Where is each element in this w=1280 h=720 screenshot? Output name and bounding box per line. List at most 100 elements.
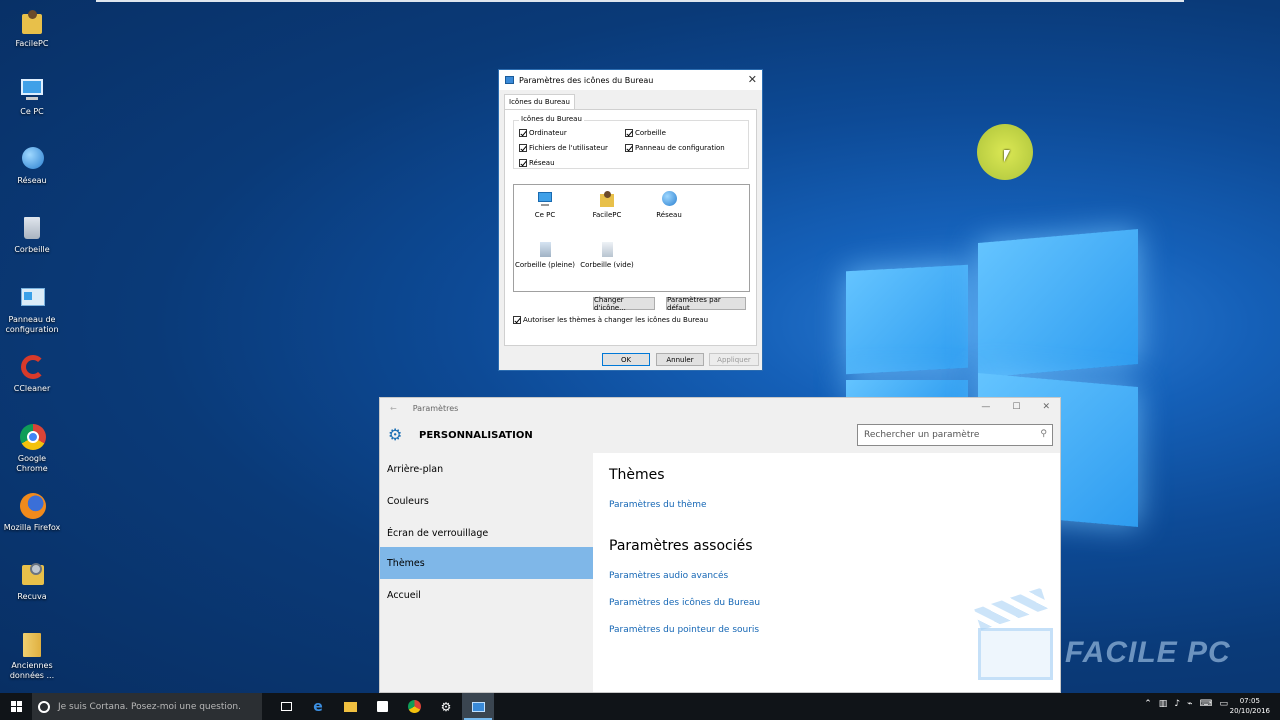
section-title-related: Paramètres associés [609, 538, 753, 554]
tab-desktop-icons[interactable]: Icônes du Bureau [504, 94, 575, 109]
link-desktop-icon-settings[interactable]: Paramètres des icônes du Bureau [609, 598, 760, 608]
minimize-icon[interactable]: — [981, 402, 990, 412]
desktop-icon-google-chrome[interactable]: Google Chrome [2, 423, 62, 474]
volume-icon[interactable]: ♪ [1174, 699, 1180, 709]
desktop-icon-label: Corbeille [14, 245, 50, 254]
system-tray: ⌃ ▥ ♪ ⌁ ⌨ ▭ [1144, 699, 1228, 709]
settings-window-title: Paramètres [412, 403, 459, 413]
task-view-icon[interactable] [270, 693, 302, 720]
desktop-icon-ce-pc[interactable]: Ce PC [2, 76, 62, 117]
settings-header: ⚙ PERSONNALISATION Rechercher un paramèt… [380, 418, 1060, 453]
close-icon[interactable]: ✕ [1042, 402, 1050, 412]
desktop-icon-reseau[interactable]: Réseau [2, 145, 62, 186]
preview-icon-reseau[interactable]: Réseau [639, 190, 699, 219]
settings-titlebar[interactable]: ← Paramètres — ☐ ✕ [380, 398, 1060, 418]
checkbox-checked-icon [519, 129, 527, 137]
cancel-button[interactable]: Annuler [656, 353, 704, 366]
watermark-clapper-icon [978, 628, 1053, 680]
network-icon [660, 190, 678, 208]
checkbox-panneau-de-configuration[interactable]: Panneau de configuration [625, 144, 725, 152]
preview-icon-label: Corbeille (pleine) [515, 261, 576, 269]
gear-icon: ⚙ [388, 425, 403, 444]
file-explorer-icon[interactable] [334, 693, 366, 720]
recuva-icon [18, 561, 46, 589]
icon-preview-list: Ce PC FacilePC Réseau Corbeille (pleine)… [513, 184, 750, 292]
checkbox-ordinateur[interactable]: Ordinateur [519, 129, 567, 137]
preview-icon-corbeille-vide[interactable]: Corbeille (vide) [577, 240, 637, 269]
desktop-icons-app-icon[interactable] [462, 693, 494, 720]
checkbox-fichiers-utilisateur[interactable]: Fichiers de l'utilisateur [519, 144, 608, 152]
checkbox-allow-themes[interactable]: Autoriser les thèmes à changer les icône… [513, 316, 708, 324]
desktop-icon-label: Ce PC [20, 107, 44, 116]
checkbox-corbeille[interactable]: Corbeille [625, 129, 666, 137]
computer-icon [536, 190, 554, 208]
clock[interactable]: 07:05 20/10/2016 [1230, 696, 1270, 716]
desktop-icon-facilepc[interactable]: FacilePC [2, 8, 62, 49]
recycle-bin-icon [18, 214, 46, 242]
back-arrow-icon[interactable]: ← [390, 404, 397, 413]
desktop-icon-label: CCleaner [13, 384, 51, 393]
settings-icon[interactable]: ⚙ [430, 693, 462, 720]
search-input[interactable]: Rechercher un paramètre ⚲ [857, 424, 1053, 446]
desktop-icon-mozilla-firefox[interactable]: Mozilla Firefox [2, 492, 62, 533]
maximize-icon[interactable]: ☐ [1012, 402, 1020, 412]
dialog-title: Paramètres des icônes du Bureau [519, 75, 654, 85]
checkbox-checked-icon [519, 144, 527, 152]
desktop-icon-ccleaner[interactable]: CCleaner [2, 353, 62, 394]
link-mouse-pointer[interactable]: Paramètres du pointeur de souris [609, 625, 759, 635]
checkbox-checked-icon [625, 129, 633, 137]
screen-top-edge [96, 0, 1184, 2]
sidebar-item-accueil[interactable]: Accueil [380, 579, 593, 611]
start-button[interactable] [0, 693, 32, 720]
store-icon[interactable] [366, 693, 398, 720]
notification-icon[interactable]: ▭ [1219, 699, 1228, 709]
sidebar-item-ecran-de-verrouillage[interactable]: Écran de verrouillage [380, 517, 593, 549]
network-icon [18, 145, 46, 173]
preview-icon-label: Corbeille (vide) [580, 261, 634, 269]
apply-button[interactable]: Appliquer [709, 353, 759, 366]
desktop-icon-corbeille[interactable]: Corbeille [2, 214, 62, 255]
clock-date: 20/10/2016 [1229, 707, 1270, 715]
checkbox-reseau[interactable]: Réseau [519, 159, 555, 167]
dialog-titlebar[interactable]: Paramètres des icônes du Bureau [499, 70, 762, 90]
chevron-up-icon[interactable]: ⌃ [1144, 699, 1152, 709]
preview-icon-corbeille-pleine[interactable]: Corbeille (pleine) [515, 240, 575, 269]
preview-icon-facilepc[interactable]: FacilePC [577, 190, 637, 219]
desktop-icons-group: Icônes du Bureau Ordinateur Fichiers de … [513, 115, 749, 169]
dialog-close-icon[interactable]: ✕ [748, 73, 757, 86]
preview-icon-ce-pc[interactable]: Ce PC [515, 190, 575, 219]
desktop-icon-label: Mozilla Firefox [3, 523, 61, 532]
checkbox-checked-icon [625, 144, 633, 152]
dialog-app-icon [505, 76, 514, 84]
cortana-search-box[interactable]: Je suis Cortana. Posez-moi une question. [32, 693, 262, 720]
link-advanced-audio[interactable]: Paramètres audio avancés [609, 571, 728, 581]
chrome-icon[interactable] [398, 693, 430, 720]
keyboard-icon[interactable]: ⌨ [1199, 699, 1212, 709]
desktop-icon-label: FacilePC [15, 39, 49, 48]
edge-icon[interactable]: e [302, 693, 334, 720]
desktop-icon-panneau-de-configuration[interactable]: Panneau de configuration [2, 284, 62, 335]
sidebar-item-arriere-plan[interactable]: Arrière-plan [380, 453, 593, 485]
desktop-icon-anciennes-donnees[interactable]: Anciennes données ... [2, 630, 62, 681]
recycle-bin-empty-icon [598, 240, 616, 258]
link-theme-settings[interactable]: Paramètres du thème [609, 500, 707, 510]
checkbox-checked-icon [519, 159, 527, 167]
preview-icon-label: Réseau [656, 211, 682, 219]
checkbox-label: Ordinateur [529, 129, 567, 137]
watermark-text: FACILE PC [1065, 636, 1231, 669]
sidebar-item-themes[interactable]: Thèmes [380, 547, 593, 579]
sidebar-item-couleurs[interactable]: Couleurs [380, 485, 593, 517]
ok-button[interactable]: OK [602, 353, 650, 366]
chrome-icon [18, 423, 46, 451]
firefox-icon [18, 492, 46, 520]
usb-icon[interactable]: ⌁ [1187, 699, 1192, 709]
desktop-icon-recuva[interactable]: Recuva [2, 561, 62, 602]
desktop-icon-label: Anciennes données ... [9, 661, 55, 680]
network-tray-icon[interactable]: ▥ [1159, 699, 1168, 709]
change-icon-button[interactable]: Changer d'icône... [593, 296, 655, 312]
desktop-icon-label: Panneau de configuration [5, 315, 59, 334]
mouse-cursor-icon [1004, 150, 1010, 162]
ccleaner-icon [18, 353, 46, 381]
default-settings-button[interactable]: Paramètres par défaut [666, 296, 746, 312]
checkbox-checked-icon [513, 316, 521, 324]
